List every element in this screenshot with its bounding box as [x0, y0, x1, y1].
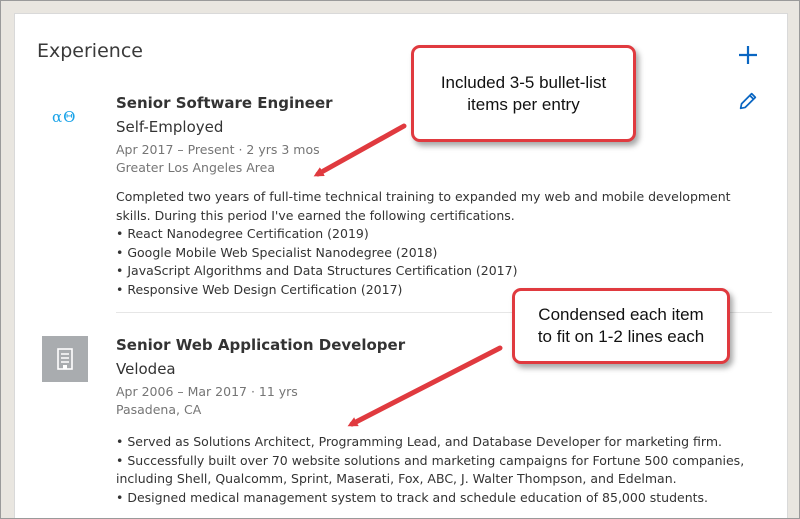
- description-line: Completed two years of full-time technic…: [116, 189, 731, 204]
- building-icon: [57, 348, 73, 370]
- job-description: • Served as Solutions Architect, Program…: [116, 433, 745, 507]
- job-location: Pasadena, CA: [116, 402, 202, 417]
- employment-dates: Apr 2006 – Mar 2017 · 11 yrs: [116, 384, 298, 399]
- description-line: including Shell, Qualcomm, Sprint, Maser…: [116, 471, 677, 486]
- annotation-callout: Included 3-5 bullet-list items per entry: [411, 45, 636, 142]
- callout-line: to fit on 1-2 lines each: [537, 327, 705, 346]
- description-line: • Served as Solutions Architect, Program…: [116, 434, 722, 449]
- job-location: Greater Los Angeles Area: [116, 160, 275, 175]
- company-logo: [42, 336, 88, 382]
- description-line: • Google Mobile Web Specialist Nanodegre…: [116, 244, 438, 260]
- callout-line: Included 3-5 bullet-list: [440, 72, 607, 92]
- description-line: • Successfully built over 70 website sol…: [116, 452, 745, 468]
- description-line: • React Nanodegree Certification (2019): [116, 226, 369, 241]
- description-line: • Designed medical management system to …: [116, 489, 709, 505]
- section-title: Experience: [37, 40, 143, 62]
- plus-icon[interactable]: [736, 43, 760, 67]
- pencil-icon[interactable]: [737, 90, 759, 112]
- description-line: • JavaScript Algorithms and Data Structu…: [116, 263, 518, 278]
- company-logo: αΘ: [52, 108, 77, 126]
- annotation-callout: Condensed each item to fit on 1-2 lines …: [512, 288, 730, 364]
- description-line: skills. During this period I've earned t…: [116, 207, 515, 223]
- job-description: Completed two years of full-time technic…: [116, 188, 736, 299]
- employment-dates: Apr 2017 – Present · 2 yrs 3 mos: [116, 142, 320, 157]
- callout-line: items per entry: [467, 94, 580, 114]
- callout-line: Condensed each item: [538, 305, 704, 324]
